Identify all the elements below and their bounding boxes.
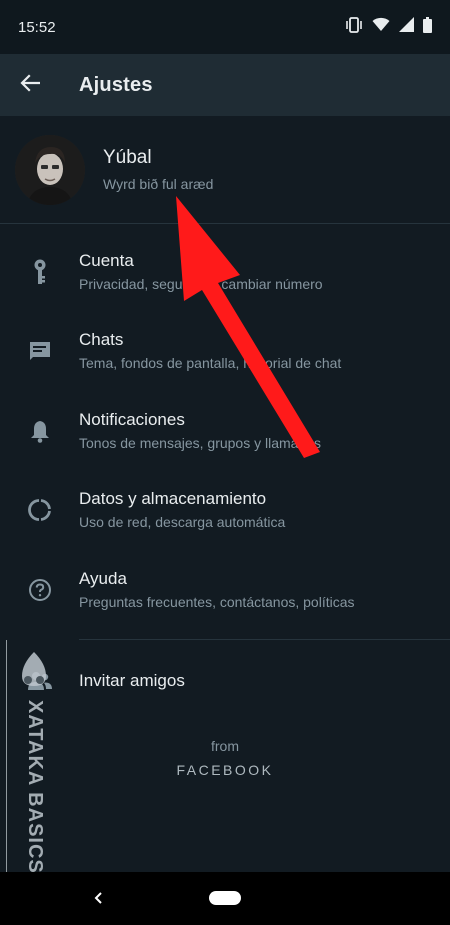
watermark-line [6,640,7,908]
battery-icon [423,16,432,38]
menu-subtitle: Uso de red, descarga automática [79,514,286,530]
menu-subtitle: Preguntas frecuentes, contáctanos, polít… [79,594,355,610]
arrow-back-icon [20,73,41,97]
menu-item-notificaciones[interactable]: Notificaciones Tonos de mensajes, grupos… [0,391,450,470]
menu-title: Chats [79,330,124,349]
chat-icon [0,311,79,390]
menu-title: Ayuda [79,569,127,588]
menu-item-datos[interactable]: Datos y almacenamiento Uso de red, desca… [0,470,450,549]
menu-item-ayuda[interactable]: Ayuda Preguntas frecuentes, contáctanos,… [0,550,450,629]
menu-subtitle: Tema, fondos de pantalla, historial de c… [79,355,342,371]
help-icon [0,550,79,629]
menu-text: Datos y almacenamiento Uso de red, desca… [79,489,285,530]
invite-friends-label: Invitar amigos [79,670,185,690]
status-icons [345,16,432,38]
navigation-bar [0,872,450,925]
back-button[interactable] [0,54,60,116]
profile-text: Yúbal Wyrd bið ful aræd [103,147,213,192]
menu-title: Notificaciones [79,410,185,429]
profile-status: Wyrd bið ful aræd [103,176,214,192]
menu-title: Cuenta [79,251,134,270]
status-bar: 15:52 [0,0,450,54]
menu-item-chats[interactable]: Chats Tema, fondos de pantalla, historia… [0,311,450,390]
menu-text: Ayuda Preguntas frecuentes, contáctanos,… [79,569,355,610]
nav-home-button[interactable] [209,891,241,905]
watermark-text: XATAKA BASICS [24,700,46,874]
wifi-icon [372,17,390,37]
avatar[interactable] [15,134,85,205]
menu-title: Datos y almacenamiento [79,489,267,508]
from-text: from [211,738,239,754]
menu-text: Notificaciones Tonos de mensajes, grupos… [79,410,321,451]
page-title: Ajustes [79,73,153,96]
profile-row[interactable]: Yúbal Wyrd bið ful aræd [0,116,450,224]
facebook-brand: FACEBOOK [176,762,274,778]
data-usage-icon [0,470,79,549]
bell-icon [0,391,79,470]
status-time: 15:52 [18,18,56,36]
vibrate-icon [345,16,363,38]
from-facebook: from FACEBOOK [0,738,450,778]
menu-item-invitar[interactable]: Invitar amigos [0,641,450,720]
app-bar: Ajustes [0,54,450,116]
menu-subtitle: Tonos de mensajes, grupos y llamadas [79,435,322,451]
watermark-logo [16,650,52,695]
menu-subtitle: Privacidad, seguridad, cambiar número [79,276,323,292]
menu-text: Chats Tema, fondos de pantalla, historia… [79,330,341,371]
divider [79,639,450,640]
menu-item-cuenta[interactable]: Cuenta Privacidad, seguridad, cambiar nú… [0,232,450,311]
key-icon [0,232,79,311]
profile-name: Yúbal [103,147,152,168]
nav-back-button[interactable] [88,886,108,910]
menu-text: Cuenta Privacidad, seguridad, cambiar nú… [79,251,323,292]
signal-icon [399,17,414,37]
